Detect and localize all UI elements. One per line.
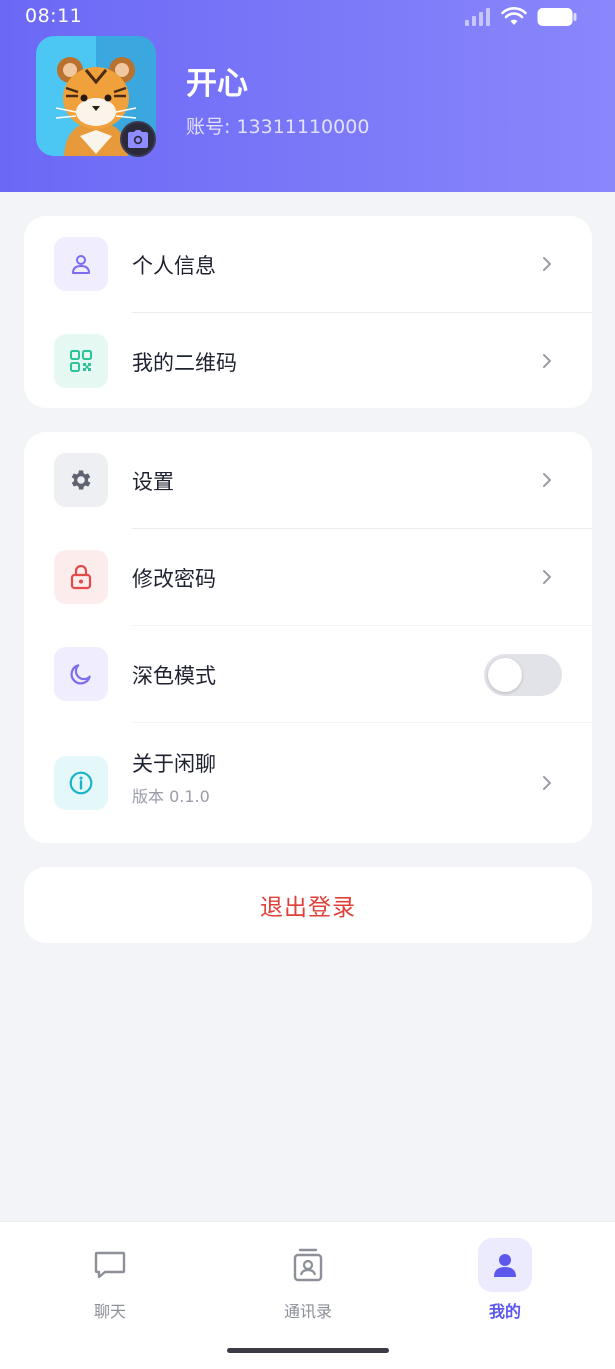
bottom-nav: 聊天 通讯录 我的 (0, 1221, 615, 1369)
nav-icon-wrap (281, 1238, 335, 1292)
menu-item-label: 关于闲聊 (132, 752, 216, 776)
nav-tab-contacts[interactable]: 通讯录 (248, 1238, 368, 1328)
profile-header: 08:11 开心 账号: 13311110000 (0, 0, 615, 192)
toggle-knob (488, 658, 522, 692)
nav-label: 通讯录 (283, 1302, 332, 1321)
change-avatar-button[interactable] (120, 121, 156, 157)
nav-label: 我的 (488, 1302, 521, 1321)
wifi-icon (501, 7, 527, 25)
app-version: 版本 0.1.0 (132, 787, 210, 806)
moon-icon (70, 664, 91, 685)
battery-icon (537, 8, 577, 26)
nav-icon-wrap (478, 1238, 532, 1292)
dark-mode-toggle[interactable] (484, 654, 562, 696)
icon-box (54, 334, 108, 388)
chat-icon (94, 1251, 126, 1279)
nav-tab-chat[interactable]: 聊天 (50, 1238, 170, 1328)
nav-icon-wrap (83, 1238, 137, 1292)
profile-icon (494, 1254, 516, 1277)
menu-item-qrcode[interactable]: 我的二维码 (24, 313, 592, 408)
icon-box (54, 453, 108, 507)
chevron-right-icon (543, 257, 551, 271)
menu-item-about[interactable]: 关于闲聊 版本 0.1.0 (24, 723, 592, 843)
camera-icon (128, 130, 148, 148)
qrcode-icon (70, 350, 92, 372)
profile-menu-card: 个人信息 我的二维码 (24, 216, 592, 408)
contacts-icon (293, 1248, 323, 1282)
menu-item-label: 深色模式 (132, 664, 216, 688)
chevron-right-icon (543, 570, 551, 584)
chevron-right-icon (543, 354, 551, 368)
gear-icon (71, 470, 91, 490)
status-time: 08:11 (25, 5, 83, 27)
menu-item-personal-info[interactable]: 个人信息 (24, 216, 592, 313)
icon-box (54, 756, 108, 810)
person-icon (72, 255, 90, 274)
menu-item-label: 设置 (132, 470, 174, 494)
icon-box (54, 550, 108, 604)
icon-box (54, 647, 108, 701)
settings-menu-card: 设置 修改密码 深色模式 关于闲聊 版本 0.1.0 (24, 432, 592, 843)
profile-account: 账号: 13311110000 (186, 116, 370, 138)
nav-tab-profile[interactable]: 我的 (445, 1238, 565, 1328)
chevron-right-icon (543, 473, 551, 487)
icon-box (54, 237, 108, 291)
lock-icon (70, 564, 92, 590)
signal-icon (465, 8, 490, 26)
profile-name: 开心 (186, 66, 248, 102)
menu-item-change-password[interactable]: 修改密码 (24, 529, 592, 626)
info-icon (69, 771, 93, 795)
status-bar: 08:11 (0, 0, 615, 34)
home-indicator (227, 1348, 389, 1353)
nav-label: 聊天 (93, 1302, 126, 1321)
logout-button[interactable]: 退出登录 (24, 867, 592, 943)
menu-item-label: 我的二维码 (132, 351, 237, 375)
menu-item-settings[interactable]: 设置 (24, 432, 592, 529)
menu-item-label: 个人信息 (132, 254, 216, 278)
menu-item-label: 修改密码 (132, 567, 216, 591)
status-icons (465, 7, 577, 27)
chevron-right-icon (543, 776, 551, 790)
